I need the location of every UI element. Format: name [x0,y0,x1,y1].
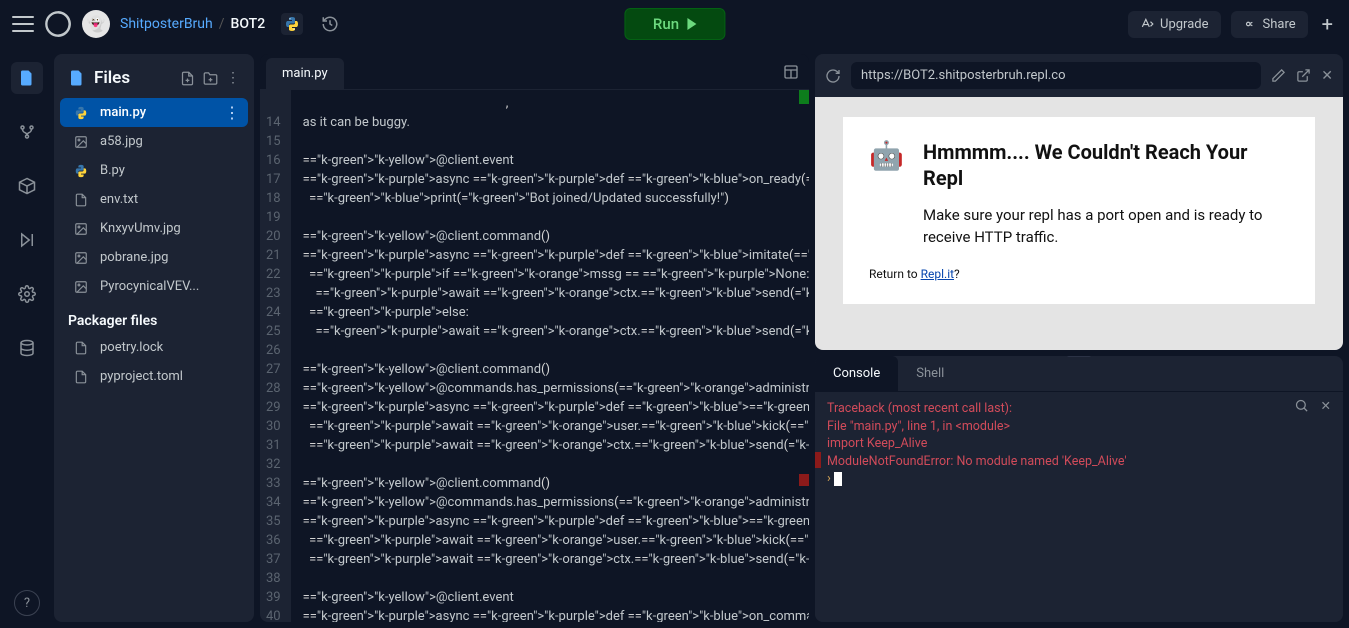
history-icon[interactable] [321,15,339,33]
editor-panel: main.py 14151617181920212223242526272829… [260,54,809,622]
file-name: KnxyvUmv.jpg [100,221,181,236]
database-icon[interactable] [11,332,43,364]
python-lang-icon [281,13,303,35]
cursor [834,472,842,486]
upgrade-label: Upgrade [1160,17,1208,32]
console-line: Traceback (most recent call last): [827,400,1331,418]
robot-icon: 🤖 [869,139,905,172]
settings-icon[interactable] [11,278,43,310]
file-icon [74,135,90,149]
file-name: main.py [100,105,146,120]
left-rail: ? [0,48,54,628]
open-external-icon[interactable] [1296,68,1311,83]
repl-name[interactable]: BOT2 [231,16,266,32]
file-item[interactable]: KnxyvUmv.jpg [60,214,248,243]
file-icon [74,370,90,384]
breadcrumb-separator: / [219,16,225,32]
owner-link[interactable]: ShitposterBruh [120,16,213,32]
help-icon[interactable]: ? [14,590,40,616]
run-label: Run [653,15,679,33]
error-marker [815,452,821,468]
file-item[interactable]: pyproject.toml [60,362,248,391]
file-name: a58.jpg [100,134,143,149]
clear-console-icon[interactable]: ✕ [1321,398,1331,416]
close-webview-icon[interactable]: ✕ [1321,68,1333,84]
run-button[interactable]: Run [624,8,725,40]
console-line: ModuleNotFoundError: No module named 'Ke… [827,453,1331,471]
replit-logo-icon[interactable] [44,10,72,38]
version-control-icon[interactable] [11,116,43,148]
play-icon [687,18,696,30]
file-item[interactable]: pobrane.jpg [60,243,248,272]
file-item[interactable]: a58.jpg [60,127,248,156]
editor-tab-main[interactable]: main.py [266,58,344,89]
file-icon [74,341,90,355]
file-item[interactable]: PyrocynicalVEV... [60,272,248,301]
tab-shell[interactable]: Shell [898,356,962,391]
console-line: File "main.py", line 1, in <module> [827,418,1331,436]
top-header: 👻 ShitposterBruh / BOT2 Run Upgrade Shar… [0,0,1349,48]
file-name: B.py [100,163,125,178]
error-box: 🤖 Hmmmm.... We Couldn't Reach Your Repl … [843,117,1315,304]
files-title: Files [94,68,172,88]
files-panel: Files ⋮ main.py ⋮ a58.jpg B.py env.txt KnxyvU… [54,54,254,622]
upgrade-button[interactable]: Upgrade [1128,11,1220,38]
file-icon [74,164,90,178]
menu-icon[interactable] [12,16,34,32]
error-title: Hmmmm.... We Couldn't Reach Your Repl [923,139,1289,191]
debugger-icon[interactable] [11,224,43,256]
replit-link[interactable]: Repl.it [921,267,954,281]
reload-icon[interactable] [825,68,841,84]
file-name: env.txt [100,192,138,207]
file-more-icon[interactable]: ⋮ [224,103,240,122]
resize-nub[interactable] [1067,356,1091,357]
file-item[interactable]: main.py ⋮ [60,98,248,127]
console-panel: Console Shell ✕ Traceback (most recent c… [815,356,1343,622]
packages-icon[interactable] [11,170,43,202]
minimap[interactable] [799,90,809,622]
new-file-icon[interactable] [180,71,195,86]
file-icon [74,106,90,120]
packager-section-title: Packager files [54,301,254,333]
webview-content: 🤖 Hmmmm.... We Couldn't Reach Your Repl … [815,97,1343,350]
new-tab-icon[interactable]: + [1318,12,1337,36]
file-icon [74,193,90,207]
share-button[interactable]: Share [1231,11,1308,38]
share-label: Share [1263,17,1296,32]
file-icon [74,280,90,294]
file-icon [74,251,90,265]
console-prompt: › [827,471,831,486]
file-name: PyrocynicalVEV... [100,279,199,294]
new-folder-icon[interactable] [203,71,218,86]
console-line: import Keep_Alive [827,435,1331,453]
webview-panel: https://BOT2.shitposterbruh.repl.co ✕ 🤖 … [815,54,1343,350]
file-name: pobrane.jpg [100,250,168,265]
editor-tabs: main.py [260,54,809,90]
user-avatar[interactable]: 👻 [82,10,110,38]
code-editor[interactable]: 1415161718192021222324252627282930313233… [260,90,809,622]
code-body[interactable]: ,as it can be buggy. =="k-green">"k-yell… [291,90,809,622]
file-item[interactable]: poetry.lock [60,333,248,362]
line-gutter: 1415161718192021222324252627282930313233… [260,90,291,622]
search-console-icon[interactable] [1294,398,1309,416]
console-tabs: Console Shell [815,356,1343,392]
console-body[interactable]: ✕ Traceback (most recent call last): Fil… [815,392,1343,622]
file-name: poetry.lock [100,340,163,355]
file-item[interactable]: B.py [60,156,248,185]
return-line: Return to Repl.it? [869,267,1289,282]
files-rail-icon[interactable] [11,62,43,94]
edit-url-icon[interactable] [1271,68,1286,83]
layout-icon[interactable] [773,58,809,86]
files-more-icon[interactable]: ⋮ [226,70,240,86]
tab-console[interactable]: Console [815,356,898,391]
error-body: Make sure your repl has a port open and … [923,205,1289,249]
file-name: pyproject.toml [100,369,183,384]
file-icon [74,222,90,236]
files-header-icon [68,69,86,87]
file-item[interactable]: env.txt [60,185,248,214]
url-bar[interactable]: https://BOT2.shitposterbruh.repl.co [851,62,1261,89]
breadcrumb: ShitposterBruh / BOT2 [120,16,265,32]
